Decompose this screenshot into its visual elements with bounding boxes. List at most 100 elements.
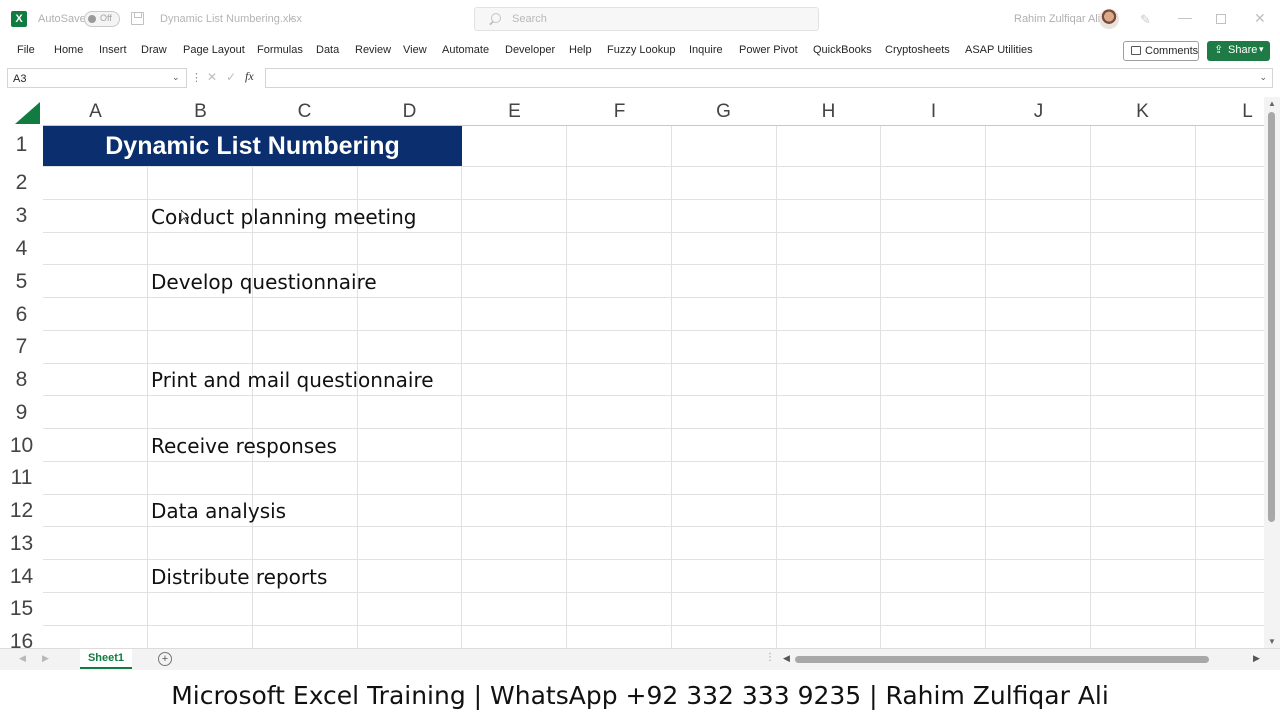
title-cell[interactable]: Dynamic List Numbering: [43, 126, 462, 166]
row-header[interactable]: 11: [0, 466, 43, 490]
task-cell[interactable]: Conduct planning meeting: [151, 205, 416, 229]
avatar[interactable]: [1099, 9, 1119, 29]
close-icon[interactable]: ✕: [1254, 10, 1266, 27]
column-header[interactable]: I: [881, 97, 986, 126]
previous-sheet-icon[interactable]: ◀: [19, 653, 26, 664]
scroll-down-icon[interactable]: ▼: [1268, 637, 1276, 646]
scroll-right-icon[interactable]: ▶: [1253, 653, 1260, 664]
tab-draw[interactable]: Draw: [141, 44, 167, 56]
next-sheet-icon[interactable]: ▶: [42, 653, 49, 664]
autosave-toggle[interactable]: Off: [84, 11, 120, 27]
horizontal-scroll-thumb[interactable]: [795, 656, 1209, 663]
gridline: [43, 330, 1264, 331]
comments-button[interactable]: Comments: [1123, 41, 1199, 61]
tab-fuzzy-lookup[interactable]: Fuzzy Lookup: [607, 44, 675, 56]
split-handle-icon[interactable]: ⋮: [765, 652, 775, 663]
task-cell[interactable]: Print and mail questionnaire: [151, 368, 434, 392]
row-header[interactable]: 1: [0, 133, 43, 157]
row-header[interactable]: 2: [0, 171, 43, 195]
tab-power-pivot[interactable]: Power Pivot: [739, 44, 798, 56]
ribbon-tabs: File Home Insert Draw Page Layout Formul…: [0, 38, 1280, 64]
row-header[interactable]: 3: [0, 204, 43, 228]
tab-help[interactable]: Help: [569, 44, 592, 56]
pen-icon[interactable]: ✎: [1140, 12, 1151, 28]
row-header[interactable]: 9: [0, 401, 43, 425]
select-all-corner[interactable]: [0, 97, 43, 126]
more-icon[interactable]: ⋮: [191, 71, 202, 84]
user-name[interactable]: Rahim Zulfiqar Ali: [1014, 13, 1100, 25]
row-header[interactable]: 15: [0, 597, 43, 621]
row-header[interactable]: 8: [0, 368, 43, 392]
save-icon[interactable]: [131, 12, 144, 25]
tab-inquire[interactable]: Inquire: [689, 44, 723, 56]
tab-automate[interactable]: Automate: [442, 44, 489, 56]
column-header[interactable]: G: [671, 97, 776, 126]
tab-home[interactable]: Home: [54, 44, 83, 56]
insert-function-icon[interactable]: fx: [245, 69, 254, 84]
sheet-tab-bar: ◀ ▶ Sheet1 + ⋮ ◀ ▶: [0, 648, 1280, 670]
vertical-scroll-thumb[interactable]: [1268, 112, 1275, 522]
tab-data[interactable]: Data: [316, 44, 339, 56]
column-header[interactable]: B: [148, 97, 253, 126]
file-name[interactable]: Dynamic List Numbering.xlsx: [160, 13, 302, 25]
column-header[interactable]: J: [986, 97, 1091, 126]
chevron-down-icon[interactable]: ⌄: [172, 72, 180, 83]
tab-review[interactable]: Review: [355, 44, 391, 56]
share-icon: ⇪: [1214, 44, 1224, 56]
tab-cryptosheets[interactable]: Cryptosheets: [885, 44, 950, 56]
column-header[interactable]: H: [776, 97, 881, 126]
gridline: [43, 494, 1264, 495]
search-input[interactable]: Search: [474, 7, 819, 31]
tab-formulas[interactable]: Formulas: [257, 44, 303, 56]
row-header[interactable]: 6: [0, 303, 43, 327]
chevron-down-icon[interactable]: ⌄: [1259, 72, 1267, 83]
sheet-tab[interactable]: Sheet1: [80, 649, 132, 669]
task-cell[interactable]: Develop questionnaire: [151, 270, 377, 294]
tab-quickbooks[interactable]: QuickBooks: [813, 44, 872, 56]
check-icon[interactable]: ✓: [226, 70, 236, 84]
name-box[interactable]: A3 ⌄: [7, 68, 187, 88]
row-header[interactable]: 16: [0, 630, 43, 648]
tab-insert[interactable]: Insert: [99, 44, 127, 56]
column-header[interactable]: A: [43, 97, 148, 126]
tab-asap-utilities[interactable]: ASAP Utilities: [965, 44, 1033, 56]
vertical-scrollbar[interactable]: ▲ ▼: [1264, 97, 1280, 648]
add-sheet-icon[interactable]: +: [158, 652, 172, 666]
gridline: [43, 592, 1264, 593]
cells[interactable]: Dynamic List Numbering Conduct planning …: [43, 126, 1264, 648]
gridline: [880, 126, 881, 648]
share-button[interactable]: ⇪ Share ▾: [1207, 41, 1270, 61]
toggle-knob-icon: [88, 15, 96, 23]
minimize-icon[interactable]: —: [1178, 9, 1192, 25]
scroll-up-icon[interactable]: ▲: [1268, 99, 1276, 108]
row-header[interactable]: 12: [0, 499, 43, 523]
column-header[interactable]: C: [252, 97, 357, 126]
task-cell[interactable]: Receive responses: [151, 434, 337, 458]
banner-text: Microsoft Excel Training | WhatsApp +92 …: [171, 681, 1109, 710]
column-header[interactable]: D: [357, 97, 462, 126]
task-cell[interactable]: Distribute reports: [151, 565, 327, 589]
tab-developer[interactable]: Developer: [505, 44, 555, 56]
row-header[interactable]: 4: [0, 237, 43, 261]
column-header[interactable]: F: [567, 97, 672, 126]
cancel-icon[interactable]: ✕: [207, 70, 217, 84]
column-header[interactable]: K: [1090, 97, 1195, 126]
column-header[interactable]: L: [1195, 97, 1264, 126]
maximize-icon[interactable]: [1216, 14, 1226, 24]
scroll-left-icon[interactable]: ◀: [783, 653, 790, 664]
task-cell[interactable]: Data analysis: [151, 499, 286, 523]
row-header[interactable]: 10: [0, 434, 43, 458]
row-header[interactable]: 7: [0, 335, 43, 359]
row-header[interactable]: 14: [0, 565, 43, 589]
tab-page-layout[interactable]: Page Layout: [183, 44, 245, 56]
tab-file[interactable]: File: [17, 44, 35, 56]
gridline: [1195, 126, 1196, 648]
chevron-down-icon[interactable]: ▾: [1259, 44, 1264, 55]
tab-view[interactable]: View: [403, 44, 427, 56]
chevron-down-icon[interactable]: ⌄: [287, 12, 295, 23]
formula-input[interactable]: ⌄: [265, 68, 1273, 88]
select-all-icon[interactable]: [15, 102, 40, 124]
column-header[interactable]: E: [462, 97, 567, 126]
row-header[interactable]: 13: [0, 532, 43, 556]
row-header[interactable]: 5: [0, 270, 43, 294]
